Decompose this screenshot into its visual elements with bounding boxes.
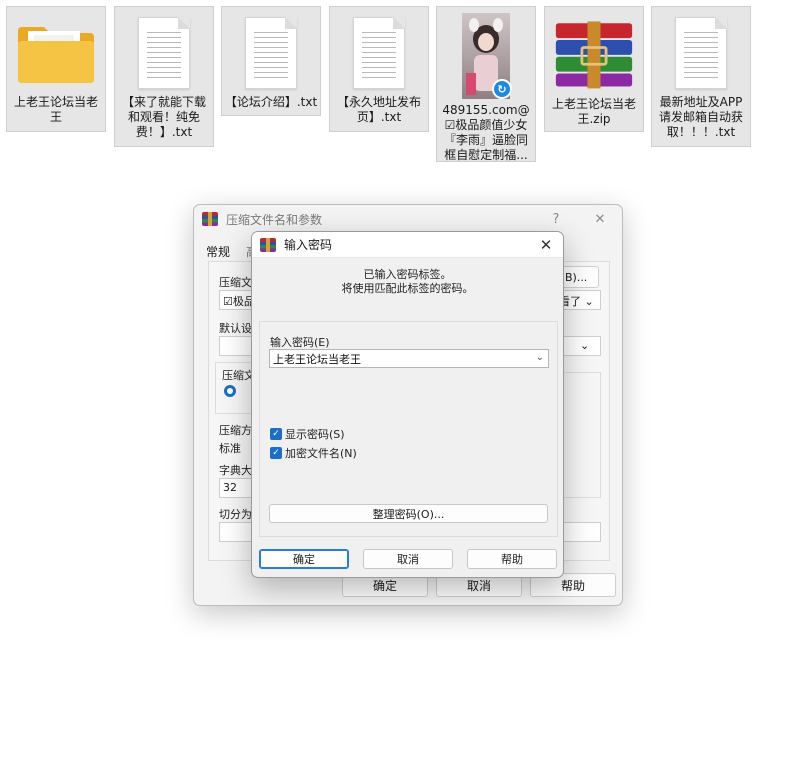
file-tile-folder[interactable]: 上老王论坛当老王 bbox=[6, 6, 106, 132]
rar-radio[interactable] bbox=[224, 385, 236, 397]
info-text: 已输入密码标签。 将使用匹配此标签的密码。 bbox=[252, 268, 563, 296]
file-tile-txt[interactable]: 最新地址及APP请发邮箱自动获取！！！.txt bbox=[651, 6, 751, 147]
text-file-icon bbox=[661, 17, 741, 89]
dialog-title: 输入密码 bbox=[284, 238, 333, 252]
password-combobox[interactable]: 上老王论坛当老王 ⌄ bbox=[269, 349, 549, 368]
organize-passwords-button[interactable]: 整理密码(O)... bbox=[269, 504, 548, 523]
file-name: 最新地址及APP请发邮箱自动获取！！！.txt bbox=[658, 95, 743, 139]
password-group: 输入密码(E) 上老王论坛当老王 ⌄ ✓ 显示密码(S) ✓ 加密文件名(N) … bbox=[259, 321, 558, 537]
tab-general[interactable]: 常规 bbox=[206, 243, 230, 260]
file-tile-zip[interactable]: 上老王论坛当老王.zip bbox=[544, 6, 644, 132]
folder-icon bbox=[16, 17, 96, 89]
winrar-icon bbox=[202, 212, 218, 226]
text-file-icon bbox=[124, 17, 204, 89]
show-password-checkbox[interactable]: ✓ 显示密码(S) bbox=[270, 426, 345, 442]
title-bar: 输入密码 bbox=[252, 232, 563, 258]
encrypt-filenames-label: 加密文件名(N) bbox=[285, 447, 357, 460]
file-name: 上老王论坛当老王 bbox=[13, 95, 98, 124]
file-name: 【永久地址发布页】.txt bbox=[336, 95, 421, 124]
method-value[interactable]: 标准 bbox=[219, 440, 241, 456]
cancel-button[interactable]: 取消 bbox=[363, 549, 453, 569]
file-name: 【论坛介绍】.txt bbox=[224, 95, 318, 109]
sync-badge-icon: ↻ bbox=[492, 79, 512, 99]
file-name: 489155.com@☑极品颜值少女『李雨』逼脸同框自慰定制福... bbox=[442, 103, 530, 162]
file-tile-txt[interactable]: 【论坛介绍】.txt bbox=[221, 6, 321, 116]
info-line-2: 将使用匹配此标签的密码。 bbox=[341, 282, 474, 295]
file-tile-txt[interactable]: 【来了就能下载和观看！纯免费！】.txt bbox=[114, 6, 214, 147]
text-file-icon bbox=[231, 17, 311, 89]
close-button[interactable]: ✕ bbox=[578, 205, 622, 233]
winrar-archive-icon bbox=[554, 17, 634, 91]
method-label: 压缩方 bbox=[219, 424, 252, 437]
password-label: 输入密码(E) bbox=[270, 336, 330, 349]
checkmark-icon: ✓ bbox=[270, 447, 282, 459]
enter-password-dialog: 输入密码 ✕ 已输入密码标签。 将使用匹配此标签的密码。 输入密码(E) 上老王… bbox=[251, 231, 564, 578]
chevron-down-icon[interactable]: ⌄ bbox=[536, 352, 544, 363]
file-name: 【来了就能下载和观看！纯免费！】.txt bbox=[121, 95, 206, 139]
text-file-icon bbox=[339, 17, 419, 89]
winrar-icon bbox=[260, 237, 276, 252]
dialog-title: 压缩文件名和参数 bbox=[226, 212, 323, 227]
close-button[interactable]: ✕ bbox=[529, 232, 563, 258]
image-thumbnail: ↻ bbox=[446, 13, 526, 99]
encrypt-filenames-checkbox[interactable]: ✓ 加密文件名(N) bbox=[270, 445, 357, 461]
help-button[interactable]: 帮助 bbox=[467, 549, 557, 569]
file-tile-txt[interactable]: 【永久地址发布页】.txt bbox=[329, 6, 429, 132]
file-tile-image[interactable]: ↻ 489155.com@☑极品颜值少女『李雨』逼脸同框自慰定制福... bbox=[436, 6, 536, 162]
ok-button[interactable]: 确定 bbox=[259, 549, 349, 569]
password-value: 上老王论坛当老王 bbox=[273, 352, 361, 366]
show-password-label: 显示密码(S) bbox=[285, 428, 345, 441]
file-name: 上老王论坛当老王.zip bbox=[551, 97, 636, 126]
checkmark-icon: ✓ bbox=[270, 428, 282, 440]
help-button[interactable]: ? bbox=[534, 205, 578, 233]
info-line-1: 已输入密码标签。 bbox=[363, 268, 452, 281]
